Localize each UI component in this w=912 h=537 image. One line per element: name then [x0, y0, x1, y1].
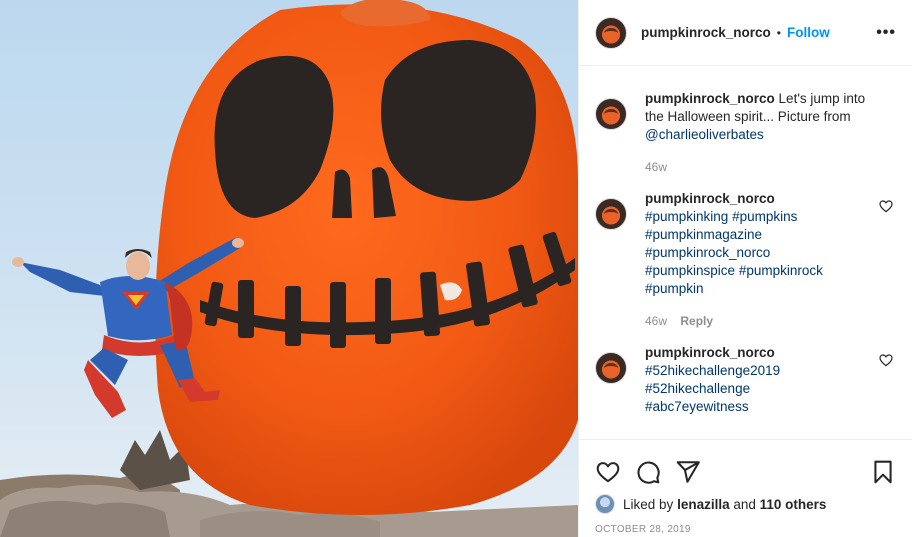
- header-separator: •: [776, 25, 781, 40]
- liker-username[interactable]: lenazilla: [677, 497, 730, 512]
- liked-by-prefix: Liked by: [623, 496, 674, 512]
- more-options-icon[interactable]: •••: [876, 24, 896, 42]
- mention-link[interactable]: @charlieoliverbates: [645, 127, 764, 142]
- hashtag-link[interactable]: #pumpkinrock: [739, 263, 823, 278]
- comment-username[interactable]: pumpkinrock_norco: [645, 190, 875, 208]
- comment-avatar[interactable]: [595, 352, 627, 384]
- hashtag-link[interactable]: #pumpkins: [732, 209, 797, 224]
- hashtag-comment: pumpkinrock_norco #pumpkinking #pumpkins…: [595, 190, 896, 328]
- follow-button[interactable]: Follow: [787, 25, 830, 40]
- post-side-panel: pumpkinrock_norco • Follow ••• pumpkinro…: [578, 0, 912, 537]
- comment-timestamp[interactable]: 46w: [645, 160, 667, 174]
- comment-avatar[interactable]: [595, 98, 627, 130]
- post-date[interactable]: OCTOBER 28, 2019: [595, 524, 896, 535]
- hashtag-link[interactable]: #pumpkin: [645, 281, 704, 296]
- hashtag-link[interactable]: #abc7eyewitness: [645, 399, 749, 414]
- hashtag-comment: pumpkinrock_norco #52hikechallenge2019 #…: [595, 344, 896, 416]
- hashtag-link[interactable]: #pumpkinrock_norco: [645, 245, 770, 260]
- author-avatar[interactable]: [595, 16, 627, 49]
- bookmark-icon[interactable]: [870, 459, 896, 485]
- hashtag-link[interactable]: #pumpkinspice: [645, 263, 735, 278]
- action-icons: [595, 448, 896, 496]
- caption-comment: pumpkinrock_norco Let's jump into the Ha…: [595, 90, 896, 174]
- reply-button[interactable]: Reply: [680, 314, 713, 328]
- author-username[interactable]: pumpkinrock_norco: [641, 25, 771, 40]
- hashtag-link[interactable]: #52hikechallenge2019: [645, 363, 780, 378]
- post-header: pumpkinrock_norco • Follow •••: [579, 0, 912, 66]
- comment-username[interactable]: pumpkinrock_norco: [645, 344, 875, 362]
- pumpkin-rock-image: [0, 0, 578, 537]
- comment-heart-icon[interactable]: [878, 352, 894, 368]
- liked-by-connector: and: [733, 496, 756, 512]
- paper-plane-icon[interactable]: [675, 459, 701, 485]
- post-photo[interactable]: [0, 0, 578, 537]
- heart-icon[interactable]: [595, 459, 621, 485]
- comment-timestamp[interactable]: 46w: [645, 314, 667, 328]
- post-actions: Liked by lenazilla and 110 others OCTOBE…: [579, 439, 912, 537]
- comment-username[interactable]: pumpkinrock_norco: [645, 91, 775, 106]
- hashtag-link[interactable]: #pumpkinking: [645, 209, 728, 224]
- liked-by-summary: Liked by lenazilla and 110 others: [595, 492, 896, 516]
- hashtag-link[interactable]: #pumpkinmagazine: [645, 227, 762, 242]
- comment-bubble-icon[interactable]: [635, 459, 661, 485]
- liker-avatar[interactable]: [595, 494, 615, 514]
- comment-heart-icon[interactable]: [878, 198, 894, 214]
- comments-list: pumpkinrock_norco Let's jump into the Ha…: [579, 66, 912, 439]
- instagram-post: pumpkinrock_norco • Follow ••• pumpkinro…: [0, 0, 912, 537]
- comment-avatar[interactable]: [595, 198, 627, 230]
- hashtag-link[interactable]: #52hikechallenge: [645, 381, 750, 396]
- others-count-link[interactable]: 110 others: [760, 497, 827, 512]
